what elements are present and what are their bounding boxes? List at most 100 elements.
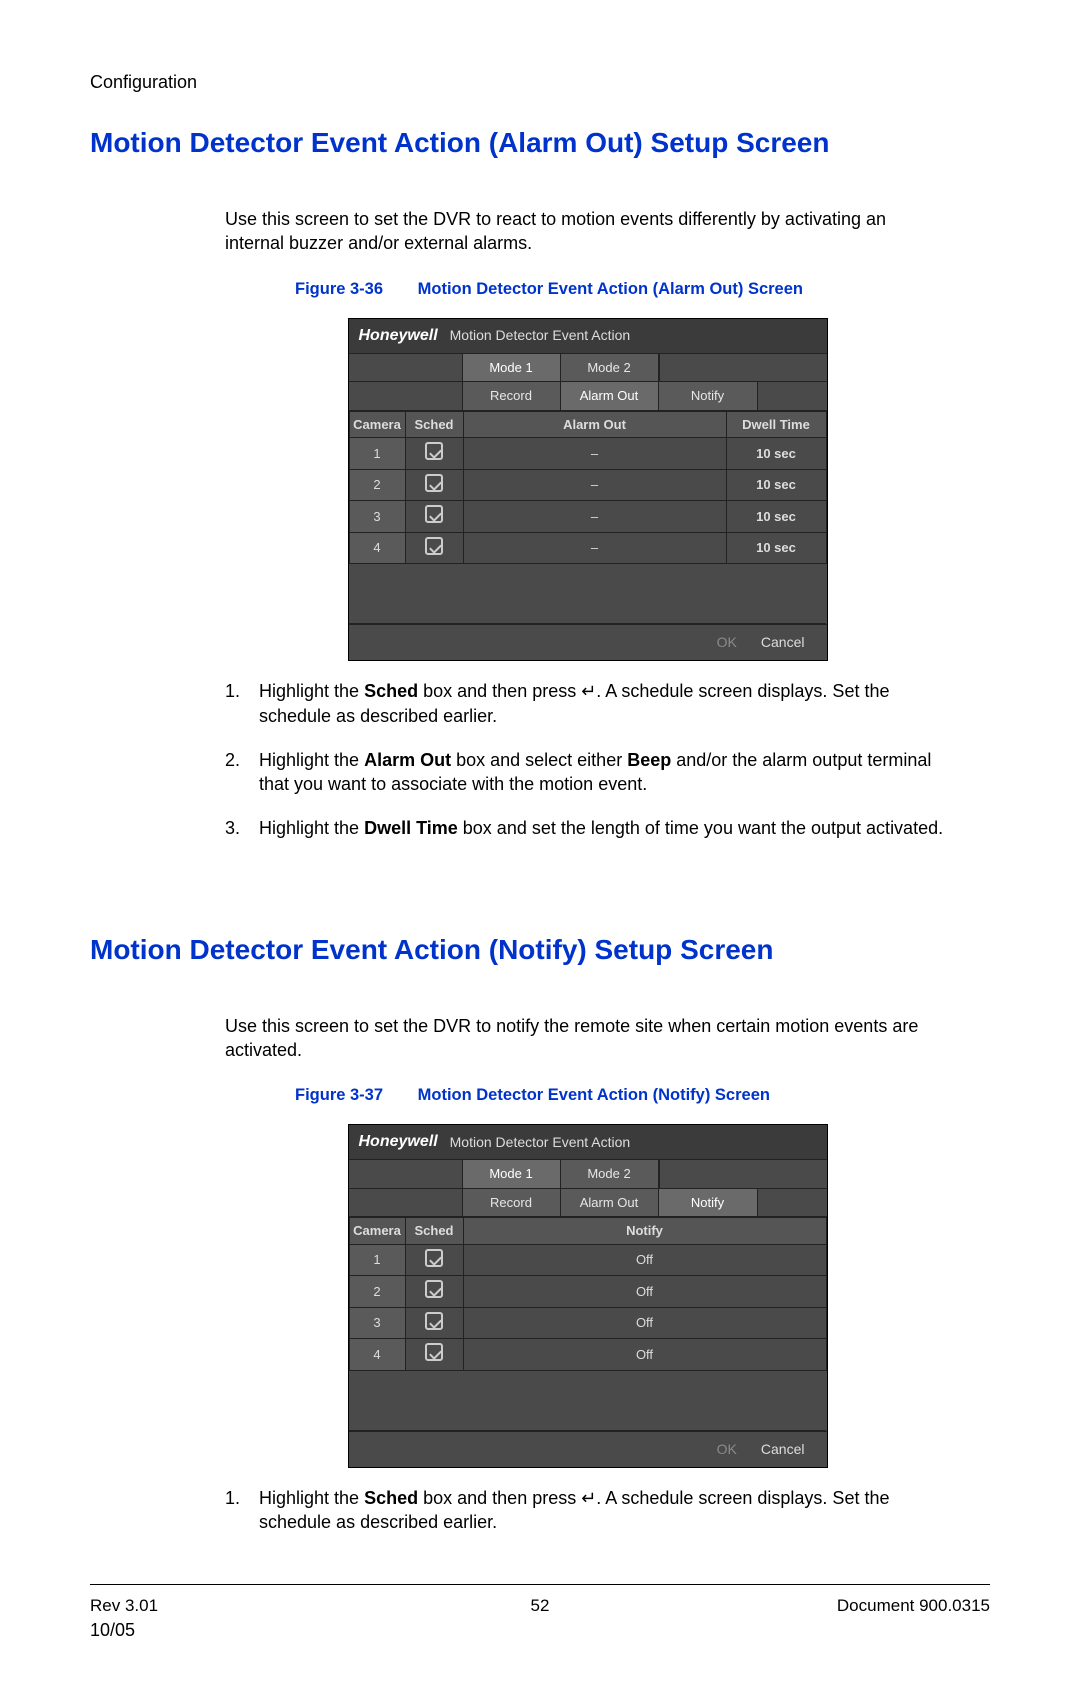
- camera-cell: 1: [349, 1244, 405, 1276]
- footer-doc: Document 900.0315: [690, 1595, 990, 1618]
- figure-36-label: Figure 3-36: [295, 280, 383, 298]
- figure-36-title: Motion Detector Event Action (Alarm Out)…: [418, 280, 803, 298]
- sched-cell[interactable]: [405, 501, 463, 533]
- camera-cell: 3: [349, 1307, 405, 1339]
- step-2: 2. Highlight the Alarm Out box and selec…: [225, 748, 950, 797]
- alarm-out-cell[interactable]: –: [463, 501, 726, 533]
- table-row: 4 Off: [349, 1339, 826, 1371]
- dvr-title: Motion Detector Event Action: [450, 1133, 631, 1152]
- cancel-button[interactable]: Cancel: [761, 1440, 805, 1459]
- table-row: 4 – 10 sec: [349, 532, 826, 564]
- sched-cell[interactable]: [405, 469, 463, 501]
- figure-36-caption: Figure 3-36 Motion Detector Event Action…: [225, 278, 950, 300]
- section2-steps: 1. Highlight the Sched box and then pres…: [225, 1486, 950, 1535]
- col-camera: Camera: [349, 411, 405, 438]
- sched-cell[interactable]: [405, 1244, 463, 1276]
- col-camera: Camera: [349, 1218, 405, 1245]
- checkbox-icon: [425, 1343, 443, 1361]
- dvr-notify-screenshot: Honeywell Motion Detector Event Action M…: [348, 1124, 828, 1467]
- brand-logo: Honeywell: [359, 1131, 438, 1153]
- checkbox-icon: [425, 442, 443, 460]
- tab-mode-2[interactable]: Mode 2: [561, 354, 659, 382]
- tab-notify[interactable]: Notify: [659, 382, 757, 410]
- table-row: 3 Off: [349, 1307, 826, 1339]
- sched-cell[interactable]: [405, 1339, 463, 1371]
- step-number: 2.: [225, 748, 259, 797]
- col-alarm-out: Alarm Out: [463, 411, 726, 438]
- figure-37-label: Figure 3-37: [295, 1086, 383, 1104]
- camera-cell: 3: [349, 501, 405, 533]
- tab-mode-2[interactable]: Mode 2: [561, 1160, 659, 1188]
- ok-button[interactable]: OK: [717, 1440, 737, 1459]
- checkbox-icon: [425, 505, 443, 523]
- alarm-out-cell[interactable]: –: [463, 532, 726, 564]
- breadcrumb: Configuration: [90, 70, 990, 94]
- col-sched: Sched: [405, 411, 463, 438]
- step-number: 3.: [225, 816, 259, 840]
- alarm-out-cell[interactable]: –: [463, 469, 726, 501]
- camera-cell: 4: [349, 1339, 405, 1371]
- checkbox-icon: [425, 1249, 443, 1267]
- camera-cell: 2: [349, 1276, 405, 1308]
- footer-date: 10/05: [90, 1618, 990, 1642]
- tab-mode-1[interactable]: Mode 1: [463, 354, 561, 382]
- dwell-time-cell[interactable]: 10 sec: [726, 469, 826, 501]
- camera-cell: 1: [349, 438, 405, 470]
- camera-cell: 2: [349, 469, 405, 501]
- dwell-time-cell[interactable]: 10 sec: [726, 532, 826, 564]
- dvr-title: Motion Detector Event Action: [450, 326, 631, 345]
- table-row: 2 – 10 sec: [349, 469, 826, 501]
- section1-title: Motion Detector Event Action (Alarm Out)…: [90, 124, 990, 162]
- footer-page: 52: [390, 1595, 690, 1618]
- checkbox-icon: [425, 474, 443, 492]
- checkbox-icon: [425, 1280, 443, 1298]
- tab-mode-1[interactable]: Mode 1: [463, 1160, 561, 1188]
- sched-cell[interactable]: [405, 532, 463, 564]
- notify-cell[interactable]: Off: [463, 1339, 826, 1371]
- checkbox-icon: [425, 1312, 443, 1330]
- section1-steps: 1. Highlight the Sched box and then pres…: [225, 679, 950, 840]
- ok-button[interactable]: OK: [717, 633, 737, 652]
- dwell-time-cell[interactable]: 10 sec: [726, 438, 826, 470]
- section2-intro: Use this screen to set the DVR to notify…: [225, 1014, 950, 1063]
- page-footer: Rev 3.01 52 Document 900.0315: [90, 1595, 990, 1618]
- col-dwell-time: Dwell Time: [726, 411, 826, 438]
- alarm-out-cell[interactable]: –: [463, 438, 726, 470]
- step-1: 1. Highlight the Sched box and then pres…: [225, 679, 950, 728]
- col-sched: Sched: [405, 1218, 463, 1245]
- tab-notify[interactable]: Notify: [659, 1189, 757, 1217]
- sched-cell[interactable]: [405, 1307, 463, 1339]
- notify-cell[interactable]: Off: [463, 1307, 826, 1339]
- brand-logo: Honeywell: [359, 325, 438, 347]
- footer-rev: Rev 3.01: [90, 1595, 390, 1618]
- table-row: 3 – 10 sec: [349, 501, 826, 533]
- sched-cell[interactable]: [405, 438, 463, 470]
- step-3: 3. Highlight the Dwell Time box and set …: [225, 816, 950, 840]
- cancel-button[interactable]: Cancel: [761, 633, 805, 652]
- camera-cell: 4: [349, 532, 405, 564]
- dvr-alarm-out-screenshot: Honeywell Motion Detector Event Action M…: [348, 318, 828, 661]
- section2-title: Motion Detector Event Action (Notify) Se…: [90, 931, 990, 969]
- dwell-time-cell[interactable]: 10 sec: [726, 501, 826, 533]
- sched-cell[interactable]: [405, 1276, 463, 1308]
- checkbox-icon: [425, 537, 443, 555]
- tab-alarm-out[interactable]: Alarm Out: [561, 1189, 659, 1217]
- alarm-out-table: Camera Sched Alarm Out Dwell Time 1 – 10…: [349, 411, 827, 625]
- table-row: 1 Off: [349, 1244, 826, 1276]
- tab-alarm-out[interactable]: Alarm Out: [561, 382, 659, 410]
- step-number: 1.: [225, 679, 259, 728]
- section1-intro: Use this screen to set the DVR to react …: [225, 207, 950, 256]
- figure-37-caption: Figure 3-37 Motion Detector Event Action…: [225, 1084, 950, 1106]
- figure-37-title: Motion Detector Event Action (Notify) Sc…: [418, 1086, 770, 1104]
- notify-cell[interactable]: Off: [463, 1276, 826, 1308]
- tab-record[interactable]: Record: [463, 1189, 561, 1217]
- step-1: 1. Highlight the Sched box and then pres…: [225, 1486, 950, 1535]
- col-notify: Notify: [463, 1218, 826, 1245]
- footer-rule: [90, 1584, 990, 1585]
- notify-table: Camera Sched Notify 1 Off 2 Off 3 Off 4: [349, 1217, 827, 1431]
- tab-record[interactable]: Record: [463, 382, 561, 410]
- table-row: 1 – 10 sec: [349, 438, 826, 470]
- notify-cell[interactable]: Off: [463, 1244, 826, 1276]
- table-row: 2 Off: [349, 1276, 826, 1308]
- step-number: 1.: [225, 1486, 259, 1535]
